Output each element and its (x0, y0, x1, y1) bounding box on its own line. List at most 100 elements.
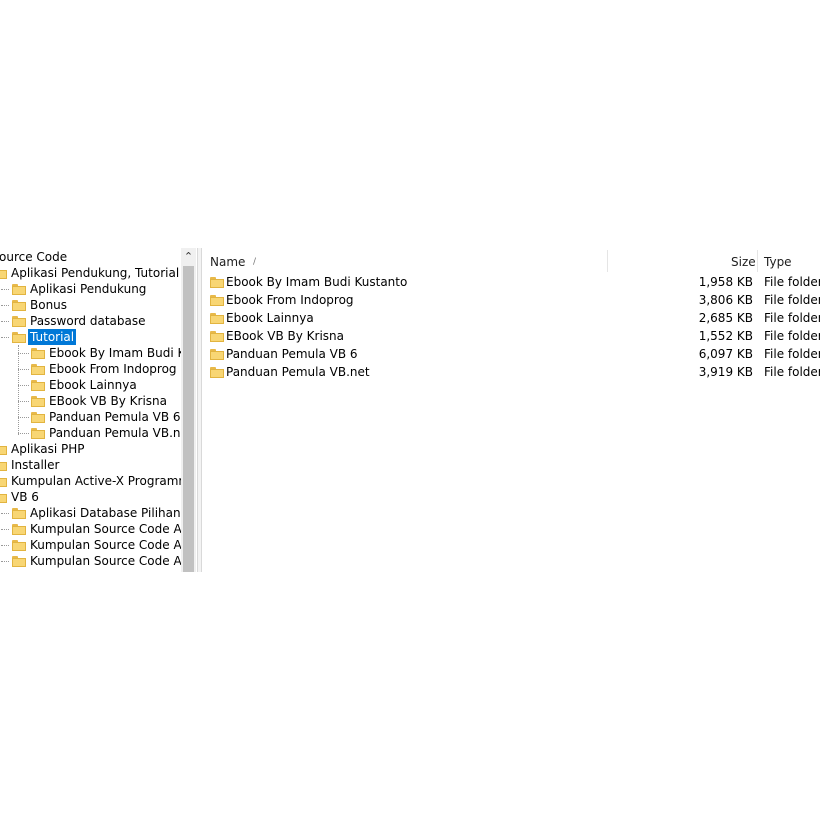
tree-item[interactable]: Panduan Pemula VB.net (0, 425, 181, 441)
tree-item[interactable]: Aplikasi Pendukung (0, 281, 181, 297)
tree-item[interactable]: Ebook From Indoprog (0, 361, 181, 377)
item-size: 3,806 KB (698, 293, 753, 307)
tree-scrollbar[interactable]: ⌃ (181, 248, 196, 572)
column-header-type[interactable]: Type (764, 252, 792, 272)
tree-item-label: Ebook From Indoprog (49, 362, 177, 376)
folder-icon (12, 508, 26, 519)
item-name: Panduan Pemula VB 6 (226, 347, 358, 361)
tree-connector (1, 337, 9, 338)
folder-icon (31, 396, 45, 407)
tree-connector (18, 433, 29, 434)
sort-indicator-icon: / (253, 257, 257, 267)
tree-connector (1, 321, 9, 322)
tree-item-label: Aplikasi Pendukung, Tutorial & I (11, 266, 181, 280)
tree-connector (1, 545, 9, 546)
tree-connector (18, 417, 29, 418)
folder-icon (12, 540, 26, 551)
item-type: File folder (764, 275, 820, 289)
list-item[interactable]: Ebook By Imam Budi Kustanto 1,958 KB File … (203, 273, 820, 291)
tree-item[interactable]: Panduan Pemula VB 6 (0, 409, 181, 425)
item-type: File folder (764, 365, 820, 379)
tree-item[interactable]: Tutorial (0, 329, 181, 345)
tree-item-label: Kumpulan Source Code Aplil (30, 522, 181, 536)
tree-connector (1, 305, 9, 306)
tree-item-label: Password database (30, 314, 146, 328)
tree-item[interactable]: Kumpulan Active-X Programmin (0, 473, 181, 489)
folder-icon (0, 444, 7, 455)
tree-item[interactable]: Bonus (0, 297, 181, 313)
list-item[interactable]: Ebook Lainnya 2,685 KB File folder (203, 309, 820, 327)
folder-icon (31, 380, 45, 391)
folder-icon (0, 492, 7, 503)
tree-item-label: Aplikasi Database Pilihan (30, 506, 181, 520)
tree-item[interactable]: EBook VB By Krisna (0, 393, 181, 409)
folder-icon (0, 268, 7, 279)
tree-connector (18, 401, 29, 402)
folder-icon (12, 332, 26, 343)
folder-icon (210, 349, 224, 360)
tree-item-label: EBook VB By Krisna (49, 394, 168, 408)
scrollbar-thumb[interactable] (183, 266, 194, 572)
pane-splitter[interactable] (197, 248, 202, 572)
chevron-up-icon[interactable]: ⌃ (181, 248, 196, 265)
item-type: File folder (764, 347, 820, 361)
folder-icon (12, 284, 26, 295)
folder-icon (210, 313, 224, 324)
tree-item[interactable]: ource Code (0, 249, 181, 265)
tree-item-label: Tutorial (28, 329, 77, 345)
tree-item[interactable]: VB 6 (0, 489, 181, 505)
tree-item[interactable]: Aplikasi PHP (0, 441, 181, 457)
tree-item[interactable]: Kumpulan Source Code Aplil (0, 553, 181, 569)
tree-item[interactable]: Password database (0, 313, 181, 329)
tree-item-label: Aplikasi PHP (11, 442, 85, 456)
folder-icon (0, 460, 7, 471)
list-item[interactable]: Panduan Pemula VB.net 3,919 KB File folder (203, 363, 820, 381)
tree-connector (18, 345, 19, 435)
tree-item-label: Panduan Pemula VB.net (49, 426, 181, 440)
folder-icon (210, 277, 224, 288)
tree-item[interactable]: Kumpulan Source Code Aplil (0, 521, 181, 537)
tree-item-label: Bonus (30, 298, 68, 312)
tree-item[interactable]: Aplikasi Pendukung, Tutorial & I (0, 265, 181, 281)
tree-item[interactable]: Ebook Lainnya (0, 377, 181, 393)
list-item[interactable]: Ebook From Indoprog 3,806 KB File folder (203, 291, 820, 309)
tree-connector (1, 513, 9, 514)
tree-item[interactable]: Aplikasi Database Pilihan (0, 505, 181, 521)
list-item[interactable]: Panduan Pemula VB 6 6,097 KB File folder (203, 345, 820, 363)
folder-icon (12, 300, 26, 311)
folder-icon (210, 295, 224, 306)
tree-item-label: Ebook Lainnya (49, 378, 137, 392)
tree-connector (1, 561, 9, 562)
tree-item[interactable]: Kumpulan Source Code Aplil (0, 537, 181, 553)
tree-item[interactable]: Ebook By Imam Budi Kus (0, 345, 181, 361)
tree-connector (1, 529, 9, 530)
column-header-size[interactable]: Size (731, 252, 756, 272)
tree-item-label: Installer (11, 458, 60, 472)
tree-item-label: Kumpulan Source Code Aplil (30, 538, 181, 552)
folder-icon (12, 556, 26, 567)
item-name: Ebook Lainnya (226, 311, 314, 325)
item-size: 3,919 KB (698, 365, 753, 379)
folder-icon (210, 331, 224, 342)
folder-tree[interactable]: ource Code Aplikasi Pendukung, Tutorial &… (0, 248, 181, 572)
tree-connector (1, 289, 9, 290)
column-header-name[interactable]: Name (210, 252, 245, 272)
tree-connector (18, 385, 29, 386)
item-name: EBook VB By Krisna (226, 329, 345, 343)
column-separator[interactable] (757, 250, 758, 272)
tree-item-label: ource Code (0, 250, 68, 264)
column-separator[interactable] (607, 250, 608, 272)
list-item[interactable]: EBook VB By Krisna 1,552 KB File folder (203, 327, 820, 345)
item-type: File folder (764, 311, 820, 325)
tree-item-label: Panduan Pemula VB 6 (49, 410, 181, 424)
explorer-window: ource Code Aplikasi Pendukung, Tutorial &… (0, 248, 820, 572)
item-type: File folder (764, 329, 820, 343)
folder-icon (210, 367, 224, 378)
item-size: 1,552 KB (698, 329, 753, 343)
tree-item[interactable]: Installer (0, 457, 181, 473)
item-name: Ebook By Imam Budi Kustanto (226, 275, 408, 289)
tree-connector (18, 369, 29, 370)
tree-item-label: Kumpulan Active-X Programmin (11, 474, 181, 488)
tree-item-label: VB 6 (11, 490, 39, 504)
item-size: 1,958 KB (698, 275, 753, 289)
